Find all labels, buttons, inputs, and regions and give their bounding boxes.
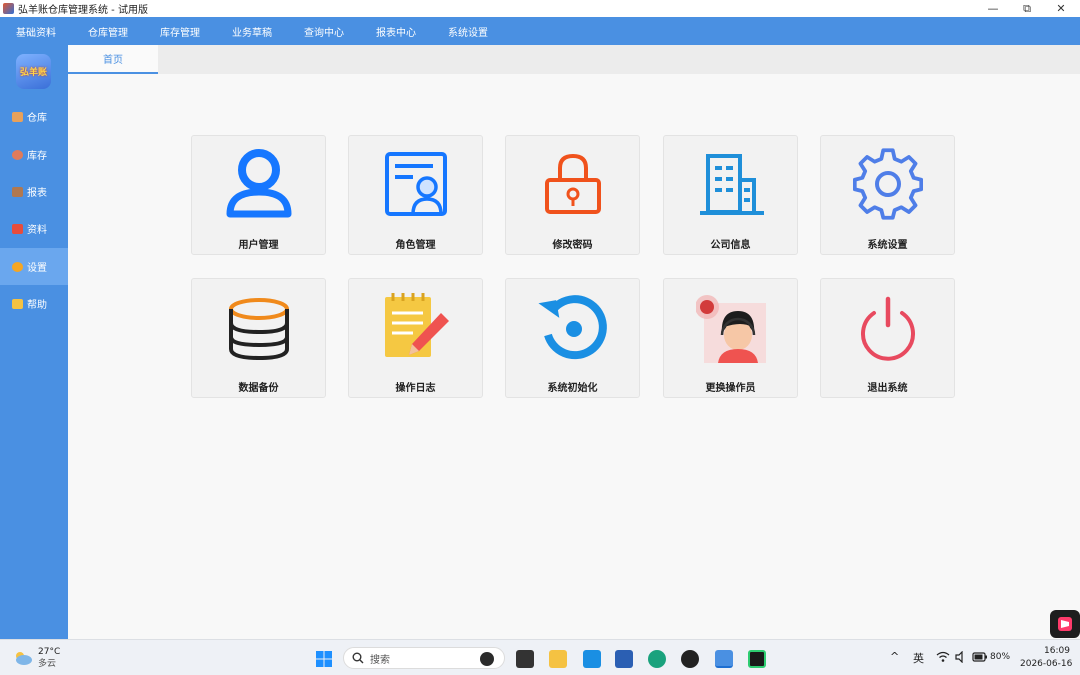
sidebar-item-label: 帮助 <box>27 300 47 311</box>
sidebar: 弘羊账 仓库 库存 报表 资料 设置 帮助 <box>0 45 68 639</box>
sidebar-item-help[interactable]: 帮助 <box>0 285 68 322</box>
floating-assistant-button[interactable] <box>1050 610 1080 638</box>
battery-percent: 80% <box>990 652 1011 662</box>
clock-time[interactable]: 16:09 <box>1044 646 1070 656</box>
sidebar-item-report[interactable]: 报表 <box>0 173 68 210</box>
start-button[interactable] <box>315 650 333 668</box>
card-label: 系统设置 <box>867 240 908 251</box>
sidebar-item-label: 仓库 <box>27 113 47 124</box>
card-switch-operator[interactable]: 更换操作员 <box>663 278 798 398</box>
menu-inventory[interactable]: 库存管理 <box>144 24 216 39</box>
card-label: 用户管理 <box>238 240 279 251</box>
stock-icon <box>12 149 23 160</box>
task-view-icon[interactable] <box>516 650 534 668</box>
search-icon <box>352 652 364 664</box>
title-bar: 弘羊账仓库管理系统 - 试用版 — ⧉ ✕ <box>0 0 1080 17</box>
user-icon <box>226 149 292 218</box>
app-icon <box>3 3 14 14</box>
report-icon <box>12 186 23 197</box>
sidebar-item-data[interactable]: 资料 <box>0 210 68 247</box>
settings-icon <box>12 261 23 272</box>
card-data-backup[interactable]: 数据备份 <box>191 278 326 398</box>
card-label: 系统初始化 <box>547 383 598 394</box>
card-system-init[interactable]: 系统初始化 <box>505 278 640 398</box>
sidebar-item-stock[interactable]: 库存 <box>0 136 68 173</box>
lock-icon <box>545 153 601 214</box>
card-company-info[interactable]: 公司信息 <box>663 135 798 255</box>
sidebar-item-label: 设置 <box>27 263 47 274</box>
role-icon <box>385 152 447 216</box>
sidebar-item-label: 报表 <box>27 188 47 199</box>
weather-widget[interactable]: 27°C 多云 <box>13 646 60 670</box>
tray-overflow-button[interactable]: ^ <box>890 650 899 663</box>
weather-temp: 27°C <box>38 647 61 657</box>
close-button[interactable]: ✕ <box>1044 0 1078 17</box>
window-title: 弘羊账仓库管理系统 - 试用版 <box>18 5 148 16</box>
warehouse-icon <box>12 111 23 122</box>
maximize-button[interactable]: ⧉ <box>1010 0 1044 17</box>
card-user-management[interactable]: 用户管理 <box>191 135 326 255</box>
gear-icon <box>853 148 923 220</box>
photos-icon[interactable] <box>583 650 601 668</box>
sidebar-item-label: 资料 <box>27 225 47 236</box>
menu-bar: 基础资料 仓库管理 库存管理 业务草稿 查询中心 报表中心 系统设置 <box>0 17 1080 45</box>
taskbar-search-input[interactable]: 搜索 <box>343 647 505 669</box>
card-system-settings[interactable]: 系统设置 <box>820 135 955 255</box>
assistant-icon <box>1058 617 1072 631</box>
card-label: 数据备份 <box>238 383 279 394</box>
card-label: 操作日志 <box>395 383 436 394</box>
store-icon[interactable] <box>615 650 633 668</box>
taskbar: 27°C 多云 搜索 ^ 英 80% 16:09 2026-06-16 <box>0 639 1080 675</box>
reset-icon <box>538 295 607 360</box>
edge-icon[interactable] <box>648 650 666 668</box>
card-label: 修改密码 <box>552 240 593 251</box>
card-label: 退出系统 <box>867 383 908 394</box>
minimize-button[interactable]: — <box>976 0 1010 17</box>
home-panel: 用户管理 角色管理 修改密码 公司信息 系统设置 数据备份 操作日志 系统初始化… <box>68 74 1080 639</box>
card-role-management[interactable]: 角色管理 <box>348 135 483 255</box>
search-placeholder: 搜索 <box>370 654 390 666</box>
warehouse-app-icon[interactable] <box>715 650 733 668</box>
app-logo: 弘羊账 <box>16 54 51 89</box>
tab-home[interactable]: 首页 <box>68 45 158 74</box>
building-icon <box>700 154 764 215</box>
menu-drafts[interactable]: 业务草稿 <box>216 24 288 39</box>
card-exit-system[interactable]: 退出系统 <box>820 278 955 398</box>
card-label: 更换操作员 <box>705 383 756 394</box>
database-icon <box>229 298 289 361</box>
card-label: 公司信息 <box>710 240 751 251</box>
ime-indicator[interactable]: 英 <box>913 650 924 666</box>
log-icon <box>385 293 449 357</box>
terminal-icon[interactable] <box>748 650 766 668</box>
power-icon <box>861 296 915 361</box>
card-operation-log[interactable]: 操作日志 <box>348 278 483 398</box>
data-icon <box>12 223 23 234</box>
sidebar-item-settings[interactable]: 设置 <box>0 248 68 285</box>
card-label: 角色管理 <box>395 240 436 251</box>
tab-bar: 首页 <box>68 45 1080 74</box>
operator-icon <box>696 295 766 363</box>
help-icon <box>12 298 23 309</box>
logo-text: 弘羊账 <box>19 68 47 78</box>
sidebar-item-label: 库存 <box>27 151 47 162</box>
cloud-icon <box>16 652 32 665</box>
qq-icon[interactable] <box>681 650 699 668</box>
volume-icon[interactable] <box>955 651 967 663</box>
windows-icon <box>316 651 332 667</box>
menu-basic-data[interactable]: 基础资料 <box>0 24 72 39</box>
menu-warehouse[interactable]: 仓库管理 <box>72 24 144 39</box>
search-highlight-icon <box>480 652 494 666</box>
card-change-password[interactable]: 修改密码 <box>505 135 640 255</box>
weather-condition: 多云 <box>38 659 57 669</box>
battery-icon[interactable] <box>972 652 988 662</box>
clock-date[interactable]: 2026-06-16 <box>1020 659 1072 669</box>
menu-query[interactable]: 查询中心 <box>288 24 360 39</box>
menu-settings[interactable]: 系统设置 <box>432 24 504 39</box>
menu-reports[interactable]: 报表中心 <box>360 24 432 39</box>
sidebar-item-warehouse[interactable]: 仓库 <box>0 98 68 135</box>
wifi-icon[interactable] <box>936 651 950 663</box>
file-explorer-icon[interactable] <box>549 650 567 668</box>
